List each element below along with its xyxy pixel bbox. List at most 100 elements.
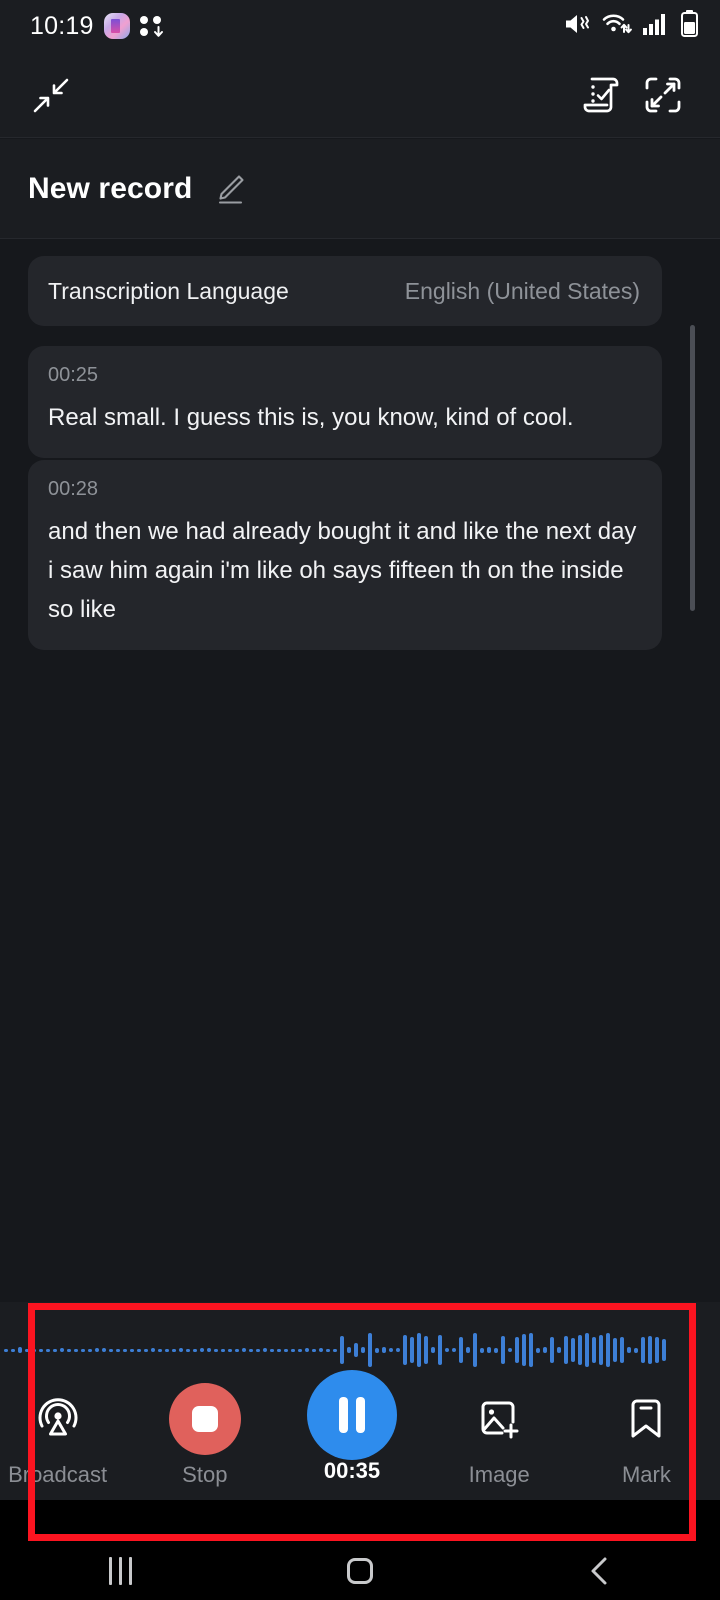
waveform-bar <box>655 1337 659 1363</box>
recorder-app-screen: 10:19 New record Transcription Language … <box>0 0 720 1600</box>
mark-label: Mark <box>621 1462 671 1487</box>
waveform-bar <box>67 1348 71 1352</box>
waveform-bar <box>333 1348 337 1352</box>
waveform-bar <box>571 1338 575 1362</box>
recording-controls-panel: Broadcast Stop 00:35 Image Mark <box>0 1302 720 1500</box>
waveform-bar <box>200 1348 204 1352</box>
waveform-bar <box>326 1348 330 1352</box>
waveform-bar <box>627 1347 631 1353</box>
waveform-bar <box>389 1348 393 1352</box>
status-bar: 10:19 <box>0 0 720 52</box>
transcript-text: Real small. I guess this is, you know, k… <box>48 404 574 431</box>
mute-icon <box>563 11 591 42</box>
android-nav-bar <box>0 1542 720 1600</box>
waveform-bar <box>242 1348 246 1352</box>
waveform-bar <box>501 1336 505 1364</box>
waveform-bar <box>172 1348 176 1352</box>
transcript-segment[interactable]: 00:25 Real small. I guess this is, you k… <box>28 346 662 458</box>
transcript-scroll-icon[interactable] <box>570 64 632 126</box>
image-button[interactable]: Image <box>426 1382 573 1488</box>
waveform-bar <box>445 1348 449 1352</box>
waveform-bar <box>354 1343 358 1357</box>
broadcast-button[interactable]: Broadcast <box>0 1382 131 1488</box>
transcript-timestamp: 00:25 <box>48 364 99 386</box>
waveform-bar <box>4 1348 8 1352</box>
waveform-bar <box>564 1336 568 1364</box>
collapse-arrows-icon[interactable] <box>20 64 82 126</box>
waveform-bar <box>284 1348 288 1352</box>
transcript-text: and then we had already bought it and li… <box>48 518 637 623</box>
app-toolbar <box>0 52 720 138</box>
transcription-language-row[interactable]: Transcription Language English (United S… <box>28 256 662 326</box>
back-icon[interactable] <box>480 1556 720 1586</box>
waveform-bar <box>81 1348 85 1352</box>
waveform-bar <box>319 1348 323 1352</box>
pause-button[interactable]: 00:35 <box>278 1369 425 1484</box>
waveform-bar <box>165 1348 169 1352</box>
waveform-bar <box>599 1335 603 1365</box>
mark-button[interactable]: Mark <box>573 1382 720 1488</box>
waveform-bar <box>620 1337 624 1363</box>
waveform-bar <box>95 1348 99 1352</box>
recents-icon[interactable] <box>0 1557 240 1585</box>
waveform-bar <box>263 1348 267 1352</box>
transcript-scroll-area[interactable]: Transcription Language English (United S… <box>0 240 720 1302</box>
add-image-icon <box>475 1382 523 1456</box>
waveform-bar <box>298 1348 302 1352</box>
recording-elapsed-time: 00:35 <box>323 1458 381 1483</box>
waveform-bar <box>11 1348 15 1352</box>
waveform-bar <box>459 1337 463 1363</box>
image-label: Image <box>468 1462 530 1487</box>
waveform-bar <box>123 1348 127 1352</box>
waveform-bar <box>102 1348 106 1352</box>
battery-icon <box>681 10 698 42</box>
waveform-bar <box>508 1348 512 1352</box>
waveform-bar <box>74 1348 78 1352</box>
waveform-bar <box>256 1348 260 1352</box>
pencil-edit-icon[interactable] <box>208 167 252 211</box>
waveform-bar <box>368 1333 372 1367</box>
waveform-bar <box>305 1348 309 1352</box>
waveform-bar <box>410 1337 414 1363</box>
waveform-bar <box>361 1347 365 1353</box>
status-bar-right <box>563 10 698 42</box>
waveform-bar <box>277 1348 281 1352</box>
record-title-bar: New record <box>0 139 720 239</box>
waveform-bar <box>60 1348 64 1352</box>
wifi-icon <box>602 11 632 42</box>
transcript-segment[interactable]: 00:28 and then we had already bought it … <box>28 460 662 650</box>
expand-fullscreen-icon[interactable] <box>632 64 694 126</box>
signal-icon <box>643 12 670 41</box>
transcript-timestamp: 00:28 <box>48 478 99 500</box>
waveform-bar <box>403 1335 407 1365</box>
waveform-bar <box>543 1347 547 1353</box>
waveform-bar <box>116 1348 120 1352</box>
waveform-bar <box>431 1347 435 1353</box>
waveform-bar <box>214 1348 218 1352</box>
audio-waveform <box>0 1324 720 1376</box>
status-bar-left: 10:19 <box>30 12 166 41</box>
waveform-bar <box>193 1348 197 1352</box>
waveform-bar <box>382 1347 386 1353</box>
waveform-bar <box>235 1348 239 1352</box>
home-icon[interactable] <box>240 1558 480 1584</box>
waveform-bar <box>550 1337 554 1363</box>
bookmark-mark-icon <box>624 1382 668 1456</box>
waveform-bar <box>557 1347 561 1353</box>
waveform-bar <box>515 1337 519 1363</box>
waveform-bar <box>634 1347 638 1353</box>
waveform-bar <box>249 1348 253 1352</box>
waveform-bar <box>88 1348 92 1352</box>
dots-download-icon <box>139 14 166 38</box>
waveform-bar <box>641 1337 645 1363</box>
vertical-scrollbar[interactable] <box>690 325 695 611</box>
waveform-bar <box>585 1333 589 1367</box>
waveform-bar <box>228 1348 232 1352</box>
transcription-language-value: English (United States) <box>404 277 640 304</box>
waveform-bar <box>536 1347 540 1353</box>
stop-button[interactable]: Stop <box>131 1382 278 1488</box>
waveform-bar <box>137 1348 141 1352</box>
waveform-bar <box>207 1348 211 1352</box>
broadcast-label: Broadcast <box>8 1462 108 1487</box>
waveform-bar <box>438 1335 442 1365</box>
